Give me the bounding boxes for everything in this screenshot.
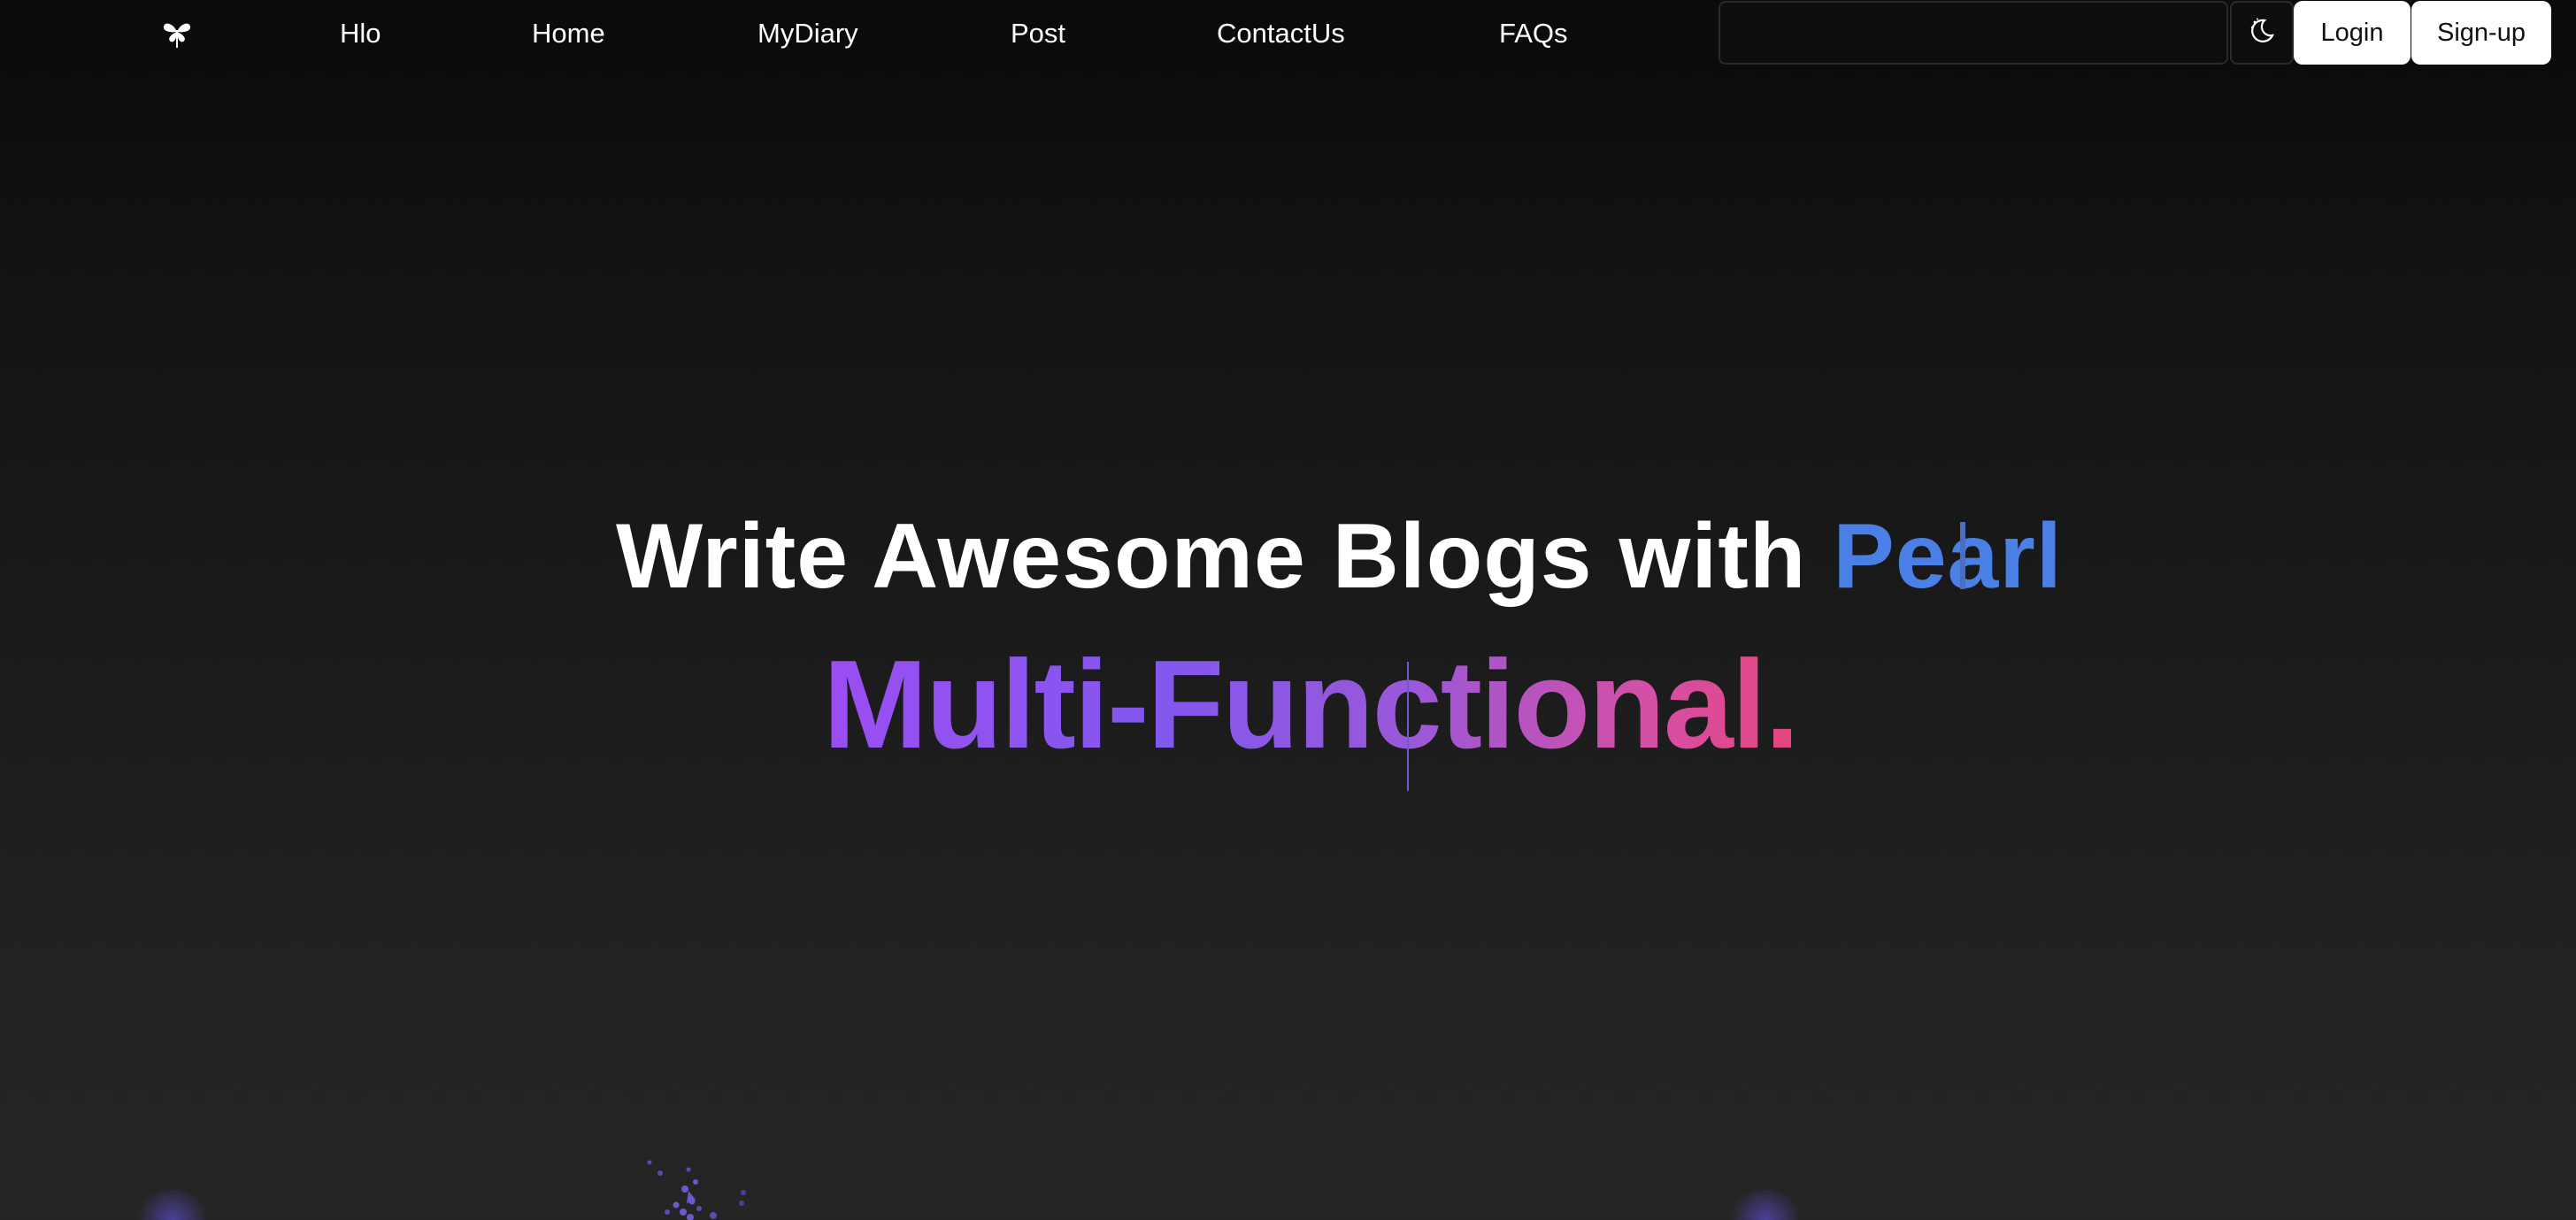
login-button[interactable]: Login [2294,1,2411,65]
sparkle-particles [647,1160,746,1220]
hero-heading: Write Awesome Blogs with Pearl [616,504,2063,615]
moon-icon [2247,16,2277,50]
theme-toggle-button[interactable] [2230,1,2294,65]
leaf-logo-icon[interactable] [161,18,193,48]
decorative-glow-right [1726,1190,1805,1220]
nav-link-mydiary[interactable]: MyDiary [757,16,858,51]
nav-link-post[interactable]: Post [1011,16,1065,51]
signup-button[interactable]: Sign-up [2411,1,2551,65]
nav-link-faqs[interactable]: FAQs [1499,16,1568,51]
decorative-glow-left [133,1190,212,1220]
hero-heading-prefix: Write Awesome Blogs with [616,505,1807,608]
search-input[interactable] [1719,1,2228,65]
text-caret [1407,662,1409,791]
navbar: Hlo Home MyDiary Post ContactUs FAQs Log… [0,0,2576,66]
nav-link-hlo[interactable]: Hlo [340,16,381,51]
nav-link-contactus[interactable]: ContactUs [1217,16,1345,51]
hero-subheading: Multi-Functional. [823,634,1800,775]
hero-typed-word: Pearl [1833,505,2063,608]
typing-cursor [1960,522,1965,589]
nav-link-home[interactable]: Home [532,16,605,51]
